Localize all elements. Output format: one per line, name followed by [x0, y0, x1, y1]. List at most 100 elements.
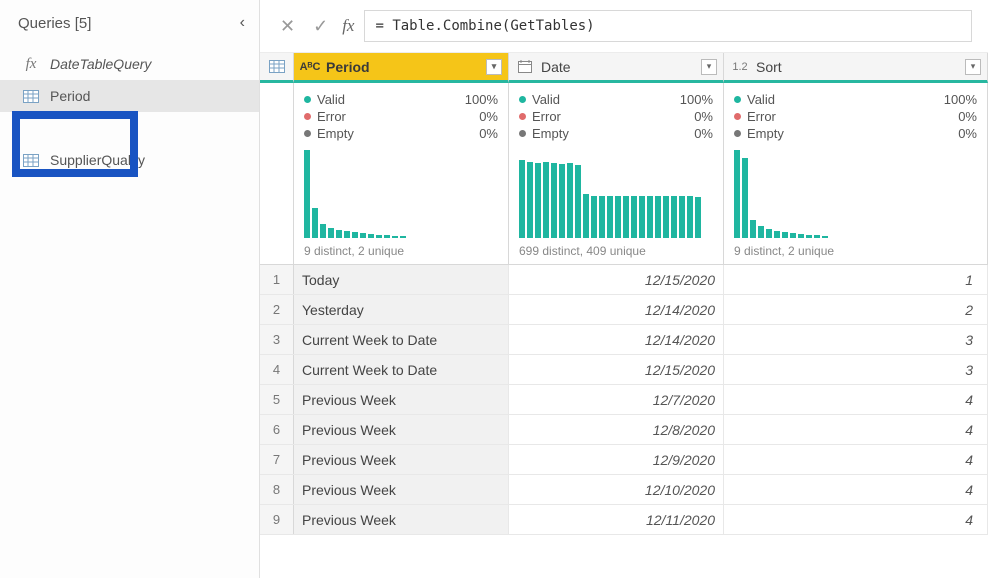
date-type-icon	[515, 60, 535, 73]
row-number: 4	[260, 355, 294, 384]
cell-date[interactable]: 12/8/2020	[509, 415, 724, 444]
table-corner-menu[interactable]	[260, 53, 294, 83]
valid-bullet-icon	[304, 96, 311, 103]
column-header-date[interactable]: Date ▾	[509, 53, 724, 83]
cancel-formula-button[interactable]: ✕	[276, 16, 299, 37]
cell-sort[interactable]: 3	[724, 325, 988, 354]
table-row[interactable]: 9Previous Week12/11/20204	[260, 505, 988, 535]
table-row[interactable]: 2Yesterday12/14/20202	[260, 295, 988, 325]
column-filter-dropdown[interactable]: ▾	[486, 59, 502, 75]
cell-sort[interactable]: 4	[724, 445, 988, 474]
sidebar-item-label: SupplierQuality	[50, 152, 145, 168]
cell-sort[interactable]: 3	[724, 355, 988, 384]
sidebar-item-label: DateTableQuery	[50, 56, 151, 72]
cell-period[interactable]: Previous Week	[294, 415, 509, 444]
histogram-bar	[527, 162, 533, 238]
table-icon	[22, 153, 40, 167]
histogram-bar	[551, 163, 557, 238]
queries-header: Queries [5] ‹	[0, 4, 259, 48]
cell-date[interactable]: 12/14/2020	[509, 325, 724, 354]
formula-bar: ✕ ✓ fx = Table.Combine(GetTables)	[260, 0, 988, 53]
cell-date[interactable]: 12/15/2020	[509, 355, 724, 384]
stat-label: Error	[532, 109, 561, 124]
row-number: 6	[260, 415, 294, 444]
stat-label: Empty	[532, 126, 569, 141]
histogram-bar	[344, 231, 350, 238]
cell-period[interactable]: Previous Week	[294, 475, 509, 504]
row-number: 5	[260, 385, 294, 414]
cell-period[interactable]: Current Week to Date	[294, 325, 509, 354]
histogram-bar	[695, 197, 701, 238]
histogram-bar	[814, 235, 820, 238]
distribution-histogram	[304, 148, 498, 238]
table-row[interactable]: 6Previous Week12/8/20204	[260, 415, 988, 445]
cell-sort[interactable]: 4	[724, 385, 988, 414]
column-header-sort[interactable]: 1.2 Sort ▾	[724, 53, 988, 83]
decimal-type-icon: 1.2	[730, 61, 750, 73]
table-row[interactable]: 1Today12/15/20201	[260, 265, 988, 295]
cell-period[interactable]: Current Week to Date	[294, 355, 509, 384]
commit-formula-button[interactable]: ✓	[309, 16, 332, 37]
distinct-summary: 9 distinct, 2 unique	[734, 242, 977, 258]
histogram-bar	[599, 196, 605, 238]
stat-value: 0%	[694, 109, 713, 124]
error-bullet-icon	[519, 113, 526, 120]
histogram-bar	[360, 233, 366, 238]
sidebar-item-supplierquality[interactable]: SupplierQuality	[0, 144, 259, 176]
cell-date[interactable]: 12/10/2020	[509, 475, 724, 504]
column-headers: AᴮC Period ▾ Date ▾ 1.2 Sort ▾	[260, 53, 988, 83]
formula-input[interactable]: = Table.Combine(GetTables)	[364, 10, 972, 42]
histogram-bar	[559, 164, 565, 238]
histogram-bar	[400, 236, 406, 238]
column-filter-dropdown[interactable]: ▾	[701, 59, 717, 75]
histogram-bar	[623, 196, 629, 238]
histogram-bar	[328, 228, 334, 238]
table-row[interactable]: 4Current Week to Date12/15/20203	[260, 355, 988, 385]
cell-sort[interactable]: 2	[724, 295, 988, 324]
cell-sort[interactable]: 4	[724, 475, 988, 504]
histogram-bar	[639, 196, 645, 238]
stat-label: Empty	[747, 126, 784, 141]
histogram-bar	[543, 162, 549, 238]
cell-period[interactable]: Previous Week	[294, 445, 509, 474]
cell-date[interactable]: 12/9/2020	[509, 445, 724, 474]
cell-period[interactable]: Previous Week	[294, 505, 509, 534]
profile-gutter	[260, 83, 294, 264]
column-profile-row: Valid100% Error0% Empty0% 9 distinct, 2 …	[260, 83, 988, 264]
cell-date[interactable]: 12/14/2020	[509, 295, 724, 324]
column-header-period[interactable]: AᴮC Period ▾	[294, 53, 509, 83]
histogram-bar	[352, 232, 358, 238]
main-area: ✕ ✓ fx = Table.Combine(GetTables) AᴮC Pe…	[260, 0, 988, 578]
histogram-bar	[647, 196, 653, 238]
cell-period[interactable]: Previous Week	[294, 385, 509, 414]
cell-sort[interactable]: 4	[724, 415, 988, 444]
histogram-bar	[615, 196, 621, 238]
cell-sort[interactable]: 4	[724, 505, 988, 534]
cell-period[interactable]: Today	[294, 265, 509, 294]
row-number: 2	[260, 295, 294, 324]
cell-sort[interactable]: 1	[724, 265, 988, 294]
table-row[interactable]: 5Previous Week12/7/20204	[260, 385, 988, 415]
collapse-sidebar-icon[interactable]: ‹	[240, 14, 245, 32]
sidebar-item-datetablequery[interactable]: fx DateTableQuery	[0, 48, 259, 80]
row-number: 1	[260, 265, 294, 294]
cell-date[interactable]: 12/7/2020	[509, 385, 724, 414]
histogram-bar	[758, 226, 764, 238]
histogram-bar	[750, 220, 756, 238]
error-bullet-icon	[734, 113, 741, 120]
column-filter-dropdown[interactable]: ▾	[965, 59, 981, 75]
stat-value: 0%	[694, 126, 713, 141]
histogram-bar	[376, 235, 382, 238]
histogram-bar	[671, 196, 677, 238]
histogram-bar	[392, 236, 398, 238]
table-row[interactable]: 7Previous Week12/9/20204	[260, 445, 988, 475]
cell-date[interactable]: 12/11/2020	[509, 505, 724, 534]
histogram-bar	[790, 233, 796, 238]
cell-period[interactable]: Yesterday	[294, 295, 509, 324]
cell-date[interactable]: 12/15/2020	[509, 265, 724, 294]
stat-value: 100%	[944, 92, 977, 107]
table-row[interactable]: 8Previous Week12/10/20204	[260, 475, 988, 505]
distribution-histogram	[519, 148, 713, 238]
table-row[interactable]: 3Current Week to Date12/14/20203	[260, 325, 988, 355]
sidebar-item-period[interactable]: Period	[0, 80, 259, 112]
